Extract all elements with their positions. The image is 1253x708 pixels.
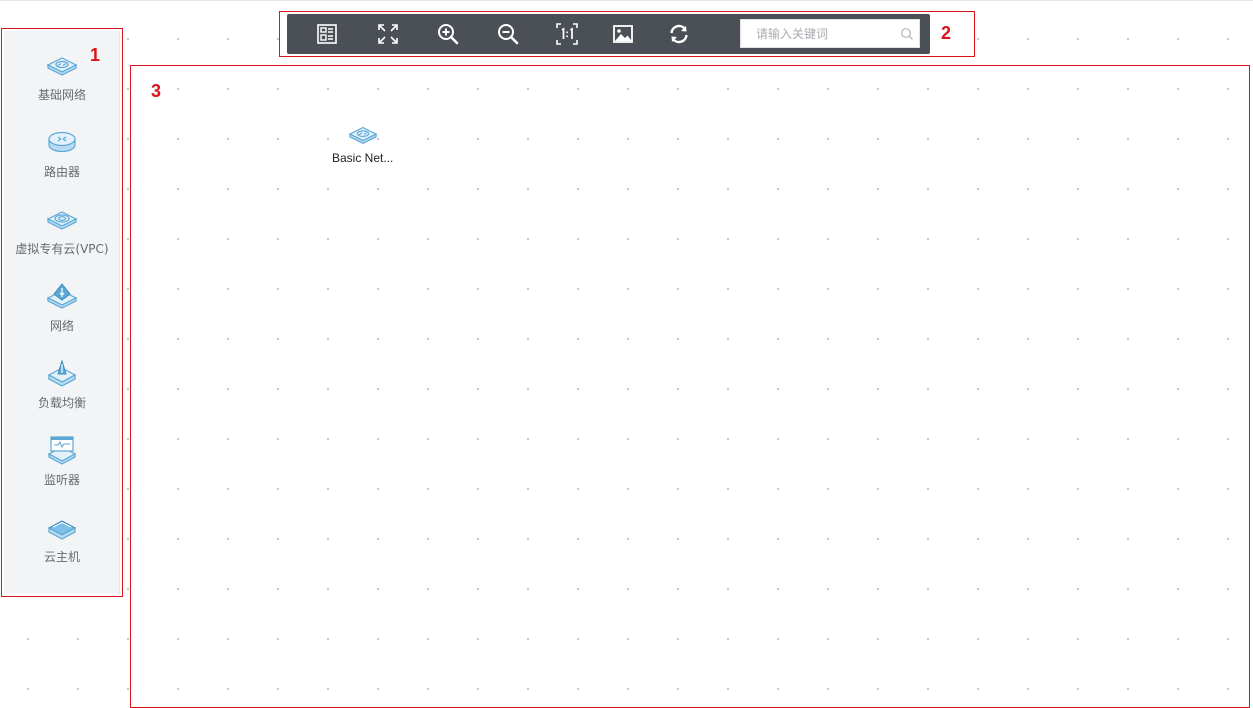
annotation-box-3 bbox=[130, 65, 1250, 708]
topology-editor: 基础网络 路由器 虚拟专有云(VPC) 网络 负载均衡 监听器 云主机 请输入关… bbox=[0, 0, 1253, 708]
annotation-number-1: 1 bbox=[90, 45, 101, 65]
annotation-number-3: 3 bbox=[151, 81, 162, 101]
annotation-number-2: 2 bbox=[941, 23, 952, 43]
annotation-box-2 bbox=[279, 11, 975, 57]
annotation-box-1 bbox=[1, 28, 123, 597]
